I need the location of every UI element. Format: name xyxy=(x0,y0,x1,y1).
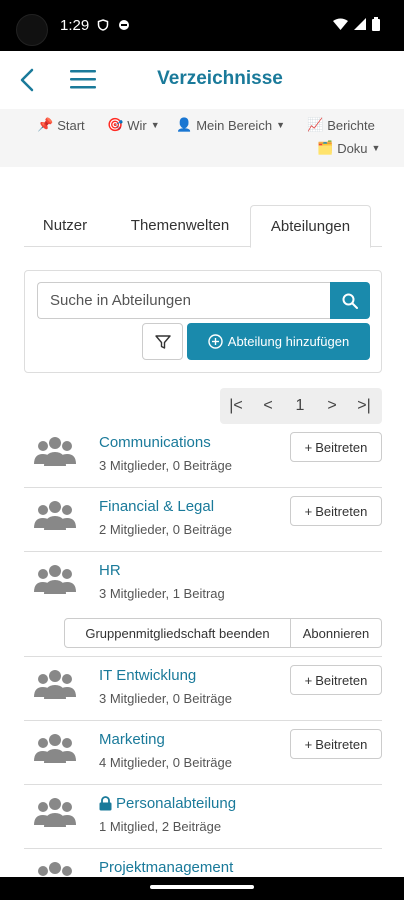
department-name-row[interactable]: Personalabteilung xyxy=(99,795,236,812)
plus-icon: + xyxy=(304,439,313,455)
lock-icon xyxy=(99,796,112,811)
department-meta: 3 Mitglieder, 0 Beiträge xyxy=(99,691,232,706)
list-item: Financial & Legal 2 Mitglieder, 0 Beiträ… xyxy=(24,488,382,552)
status-bar: 1:29 xyxy=(0,0,404,51)
join-button[interactable]: + Beitreten xyxy=(290,496,382,526)
filter-icon xyxy=(154,334,171,349)
page-title: Verzeichnisse xyxy=(157,68,283,89)
prev-page-button[interactable]: < xyxy=(252,388,284,424)
filter-button[interactable] xyxy=(142,323,183,360)
department-name[interactable]: Financial & Legal xyxy=(99,498,214,515)
nav-wir[interactable]: 🎯 Wir ▼ xyxy=(107,117,160,133)
first-page-button[interactable]: |< xyxy=(220,388,252,424)
plus-circle-icon xyxy=(208,334,223,349)
nav-berichte-label: Berichte xyxy=(327,117,375,133)
target-icon: 🎯 xyxy=(107,117,124,132)
user-icon: 👤 xyxy=(176,117,193,132)
department-name[interactable]: IT Entwicklung xyxy=(99,667,196,684)
search-panel: Abteilung hinzufügen xyxy=(24,270,382,373)
search-input[interactable] xyxy=(37,282,330,319)
nav-berichte[interactable]: 📈 Berichte xyxy=(307,117,375,133)
list-item: IT Entwicklung 3 Mitglieder, 0 Beiträge … xyxy=(24,657,382,721)
plus-icon: + xyxy=(304,503,313,519)
group-icon xyxy=(34,670,76,699)
current-page[interactable]: 1 xyxy=(284,388,316,424)
battery-icon xyxy=(372,17,380,31)
join-label: Beitreten xyxy=(315,503,368,519)
list-item: Marketing 4 Mitglieder, 0 Beiträge + Beit… xyxy=(24,721,382,785)
app-bar: Verzeichnisse xyxy=(0,51,404,109)
join-button[interactable]: + Beitreten xyxy=(290,432,382,462)
add-department-button[interactable]: Abteilung hinzufügen xyxy=(187,323,370,360)
list-item: Communications 3 Mitglieder, 0 Beiträge … xyxy=(24,424,382,488)
department-name[interactable]: HR xyxy=(99,562,121,579)
pagination: |< < 1 > >| xyxy=(220,388,382,424)
department-name[interactable]: Communications xyxy=(99,434,211,451)
tab-themenwelten[interactable]: Themenwelten xyxy=(116,205,244,247)
chevron-down-icon: ▼ xyxy=(150,120,160,130)
nav-mein-bereich[interactable]: 👤 Mein Bereich ▼ xyxy=(176,117,285,133)
plus-icon: + xyxy=(304,736,313,752)
status-time: 1:29 xyxy=(60,17,90,34)
join-button[interactable]: + Beitreten xyxy=(290,729,382,759)
chevron-down-icon: ▼ xyxy=(371,143,381,153)
nav-start-label: Start xyxy=(57,117,85,133)
group-icon xyxy=(34,501,76,530)
shield-icon xyxy=(97,19,109,31)
notification-icon xyxy=(119,20,129,30)
add-department-label: Abteilung hinzufügen xyxy=(227,334,350,349)
status-icons xyxy=(333,17,380,31)
pin-icon: 📌 xyxy=(37,117,54,132)
nav-wir-label: Wir xyxy=(127,117,147,133)
navigation-gesture-bar xyxy=(0,877,404,900)
department-meta: 2 Mitglieder, 0 Beiträge xyxy=(99,522,232,537)
wifi-icon xyxy=(333,18,348,30)
directory-tabs: Nutzer Themenwelten Abteilungen xyxy=(24,205,382,248)
tab-abteilungen[interactable]: Abteilungen xyxy=(250,205,371,248)
home-handle[interactable] xyxy=(150,885,254,889)
nav-mein-bereich-label: Mein Bereich xyxy=(196,117,273,133)
list-item: Personalabteilung 1 Mitglied, 2 Beiträge xyxy=(24,785,382,849)
nav-doku-label: Doku xyxy=(337,140,368,156)
tab-nutzer[interactable]: Nutzer xyxy=(28,205,102,247)
group-icon xyxy=(34,798,76,827)
nav-start[interactable]: 📌 Start xyxy=(37,117,85,133)
camera-cutout xyxy=(16,14,48,46)
subscribe-button[interactable]: Abonnieren xyxy=(291,618,382,648)
next-page-button[interactable]: > xyxy=(316,388,348,424)
group-icon xyxy=(34,437,76,466)
department-name: Personalabteilung xyxy=(116,795,237,812)
department-meta: 3 Mitglieder, 0 Beiträge xyxy=(99,458,232,473)
join-label: Beitreten xyxy=(315,736,368,752)
join-button[interactable]: + Beitreten xyxy=(290,665,382,695)
join-label: Beitreten xyxy=(315,672,368,688)
top-navigation: 📌 Start 🎯 Wir ▼ 👤 Mein Bereich ▼ 📈 Beric… xyxy=(0,109,404,167)
list-item: HR 3 Mitglieder, 1 Beitrag Gruppenmitgli… xyxy=(24,552,382,657)
group-icon xyxy=(34,565,76,594)
department-meta: 3 Mitglieder, 1 Beitrag xyxy=(99,586,225,601)
department-meta: 4 Mitglieder, 0 Beiträge xyxy=(99,755,232,770)
nav-doku[interactable]: 🗂️ Doku ▼ xyxy=(317,140,380,156)
last-page-button[interactable]: >| xyxy=(348,388,380,424)
plus-icon: + xyxy=(304,672,313,688)
join-label: Beitreten xyxy=(315,439,368,455)
search-button[interactable] xyxy=(330,282,370,319)
chart-icon: 📈 xyxy=(307,117,324,132)
group-icon xyxy=(34,734,76,763)
membership-actions: Gruppenmitgliedschaft beenden Abonnieren xyxy=(64,618,382,648)
folder-icon: 🗂️ xyxy=(317,140,334,155)
chevron-down-icon: ▼ xyxy=(276,120,285,130)
department-name[interactable]: Marketing xyxy=(99,731,165,748)
leave-group-button[interactable]: Gruppenmitgliedschaft beenden xyxy=(64,618,291,648)
department-meta: 1 Mitglied, 2 Beiträge xyxy=(99,819,222,834)
search-icon xyxy=(342,293,358,309)
department-name[interactable]: Projektmanagement xyxy=(99,859,233,876)
signal-icon xyxy=(354,18,366,30)
